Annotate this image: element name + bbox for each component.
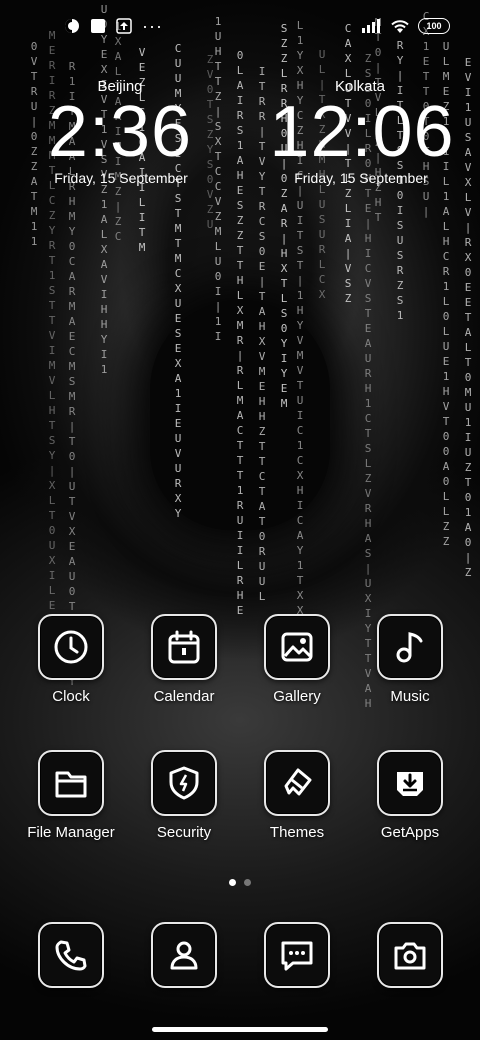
app-label: File Manager <box>27 824 115 841</box>
app-security[interactable]: Security <box>132 750 236 841</box>
app-label: Calendar <box>153 688 215 705</box>
dock-phone[interactable] <box>19 922 123 988</box>
page-indicator[interactable] <box>229 879 251 886</box>
brush-icon <box>264 750 330 816</box>
clock-icon <box>38 614 104 680</box>
page-dot-active[interactable] <box>229 879 236 886</box>
app-label: Gallery <box>273 688 321 705</box>
download-icon <box>377 750 443 816</box>
phone-icon <box>38 922 104 988</box>
dock-contacts[interactable] <box>132 922 236 988</box>
app-label: Music <box>390 688 430 705</box>
app-label: Themes <box>269 824 325 841</box>
dock-camera[interactable] <box>358 922 462 988</box>
battery-icon: 100 <box>418 18 450 34</box>
clock-date-right: Friday, 15 September <box>294 170 428 186</box>
upload-icon <box>116 18 132 34</box>
clock-time-left: 2:36 <box>47 92 193 172</box>
app-label: Clock <box>52 688 90 705</box>
clock-time-right: 12:06 <box>269 92 455 172</box>
page-dot[interactable] <box>244 879 251 886</box>
shield-icon <box>151 750 217 816</box>
folder-icon <box>38 750 104 816</box>
app-calendar[interactable]: Calendar <box>132 614 236 705</box>
app-label: GetApps <box>380 824 440 841</box>
app-music[interactable]: Music <box>358 614 462 705</box>
home-gesture-bar[interactable] <box>152 1027 328 1032</box>
gallery-icon <box>264 614 330 680</box>
theme-icon <box>65 19 79 33</box>
rain-column: EV I1 U SA V X LV|R X0EE TA LT0M U1I U Z… <box>464 56 472 579</box>
app-label: Security <box>156 824 212 841</box>
app-clock[interactable]: Clock <box>19 614 123 705</box>
app-file-manager[interactable]: File Manager <box>19 750 123 841</box>
signal-icon <box>362 19 380 33</box>
clock-date-left: Friday, 15 September <box>54 170 188 186</box>
rain-column: 0LA I R S1AHESZ ZT TH L XMR | R LMACT TT… <box>236 49 244 617</box>
app-gallery[interactable]: Gallery <box>245 614 349 705</box>
more-dots-icon: ··· <box>142 16 163 36</box>
camera-icon <box>377 922 443 988</box>
contacts-icon <box>151 922 217 988</box>
messages-icon <box>264 922 330 988</box>
calendar-icon <box>151 614 217 680</box>
square-icon <box>91 19 105 33</box>
app-themes[interactable]: Themes <box>245 750 349 841</box>
music-icon <box>377 614 443 680</box>
dock-messages[interactable] <box>245 922 349 988</box>
wifi-icon <box>391 20 409 33</box>
app-getapps[interactable]: GetApps <box>358 750 462 841</box>
rain-column: U0 YEXI VT1 VSV Z1ALXAVI HHYI1 <box>100 3 108 376</box>
status-bar: ··· 100 <box>0 16 480 40</box>
